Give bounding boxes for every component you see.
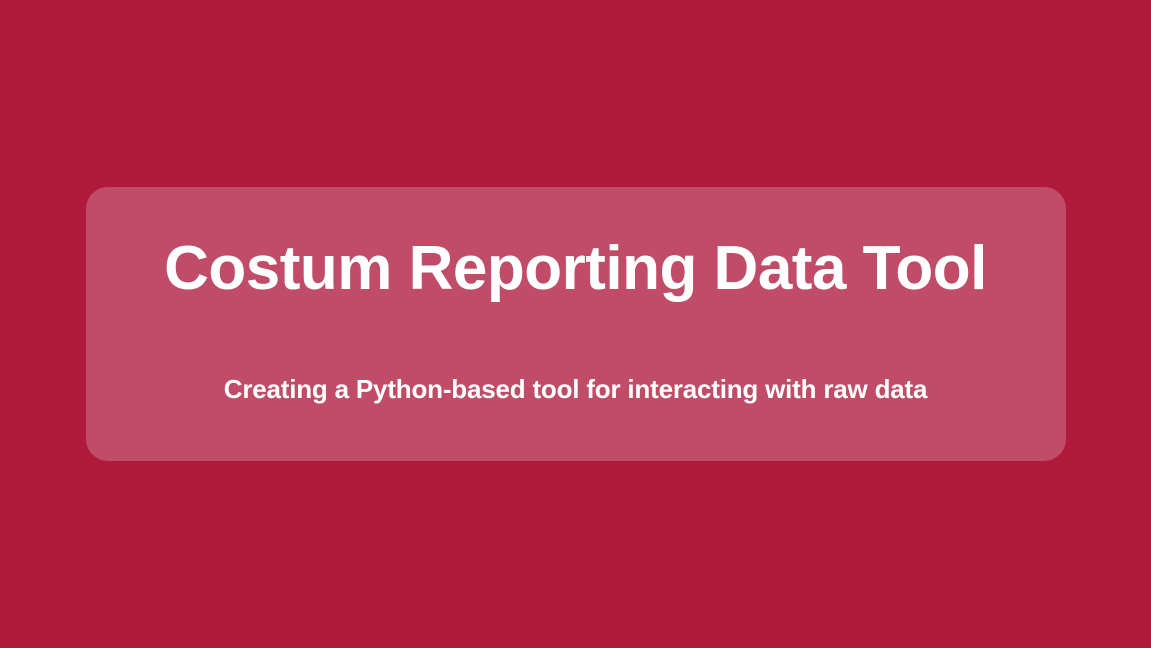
slide-subtitle: Creating a Python-based tool for interac…: [124, 374, 1028, 405]
slide-title: Costum Reporting Data Tool: [124, 235, 1028, 303]
title-card: Costum Reporting Data Tool Creating a Py…: [86, 187, 1066, 460]
